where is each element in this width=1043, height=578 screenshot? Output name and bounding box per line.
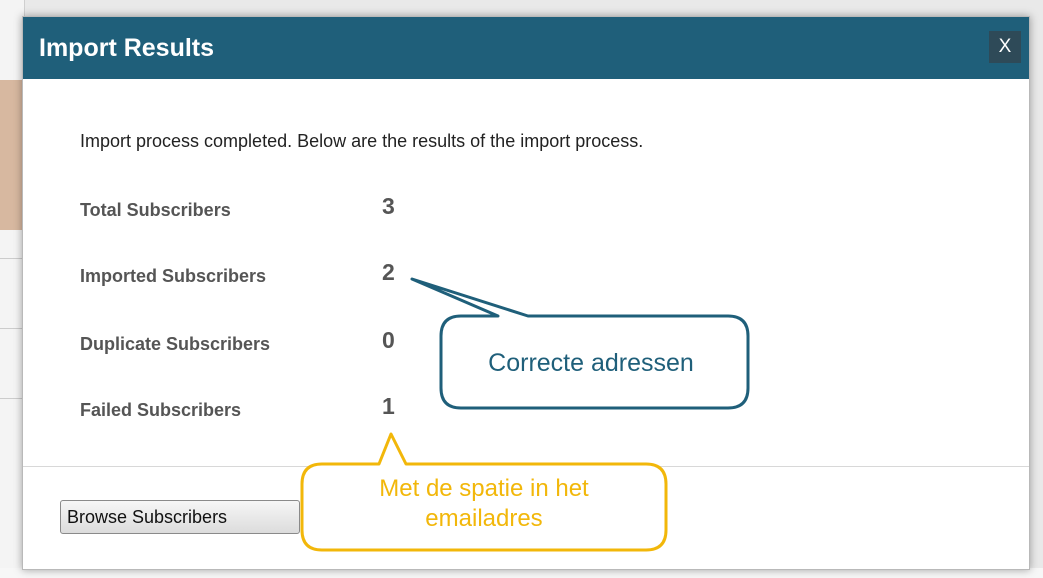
imported-callout-text: Correcte adressen (488, 349, 694, 377)
failed-callout-line-1: Met de spatie in het (379, 475, 589, 502)
imported-callout-bubble (410, 277, 750, 410)
failed-callout-line-2: emailadres (425, 505, 543, 532)
failed-callout-text: Met de spatie in het emailadres (302, 474, 666, 534)
